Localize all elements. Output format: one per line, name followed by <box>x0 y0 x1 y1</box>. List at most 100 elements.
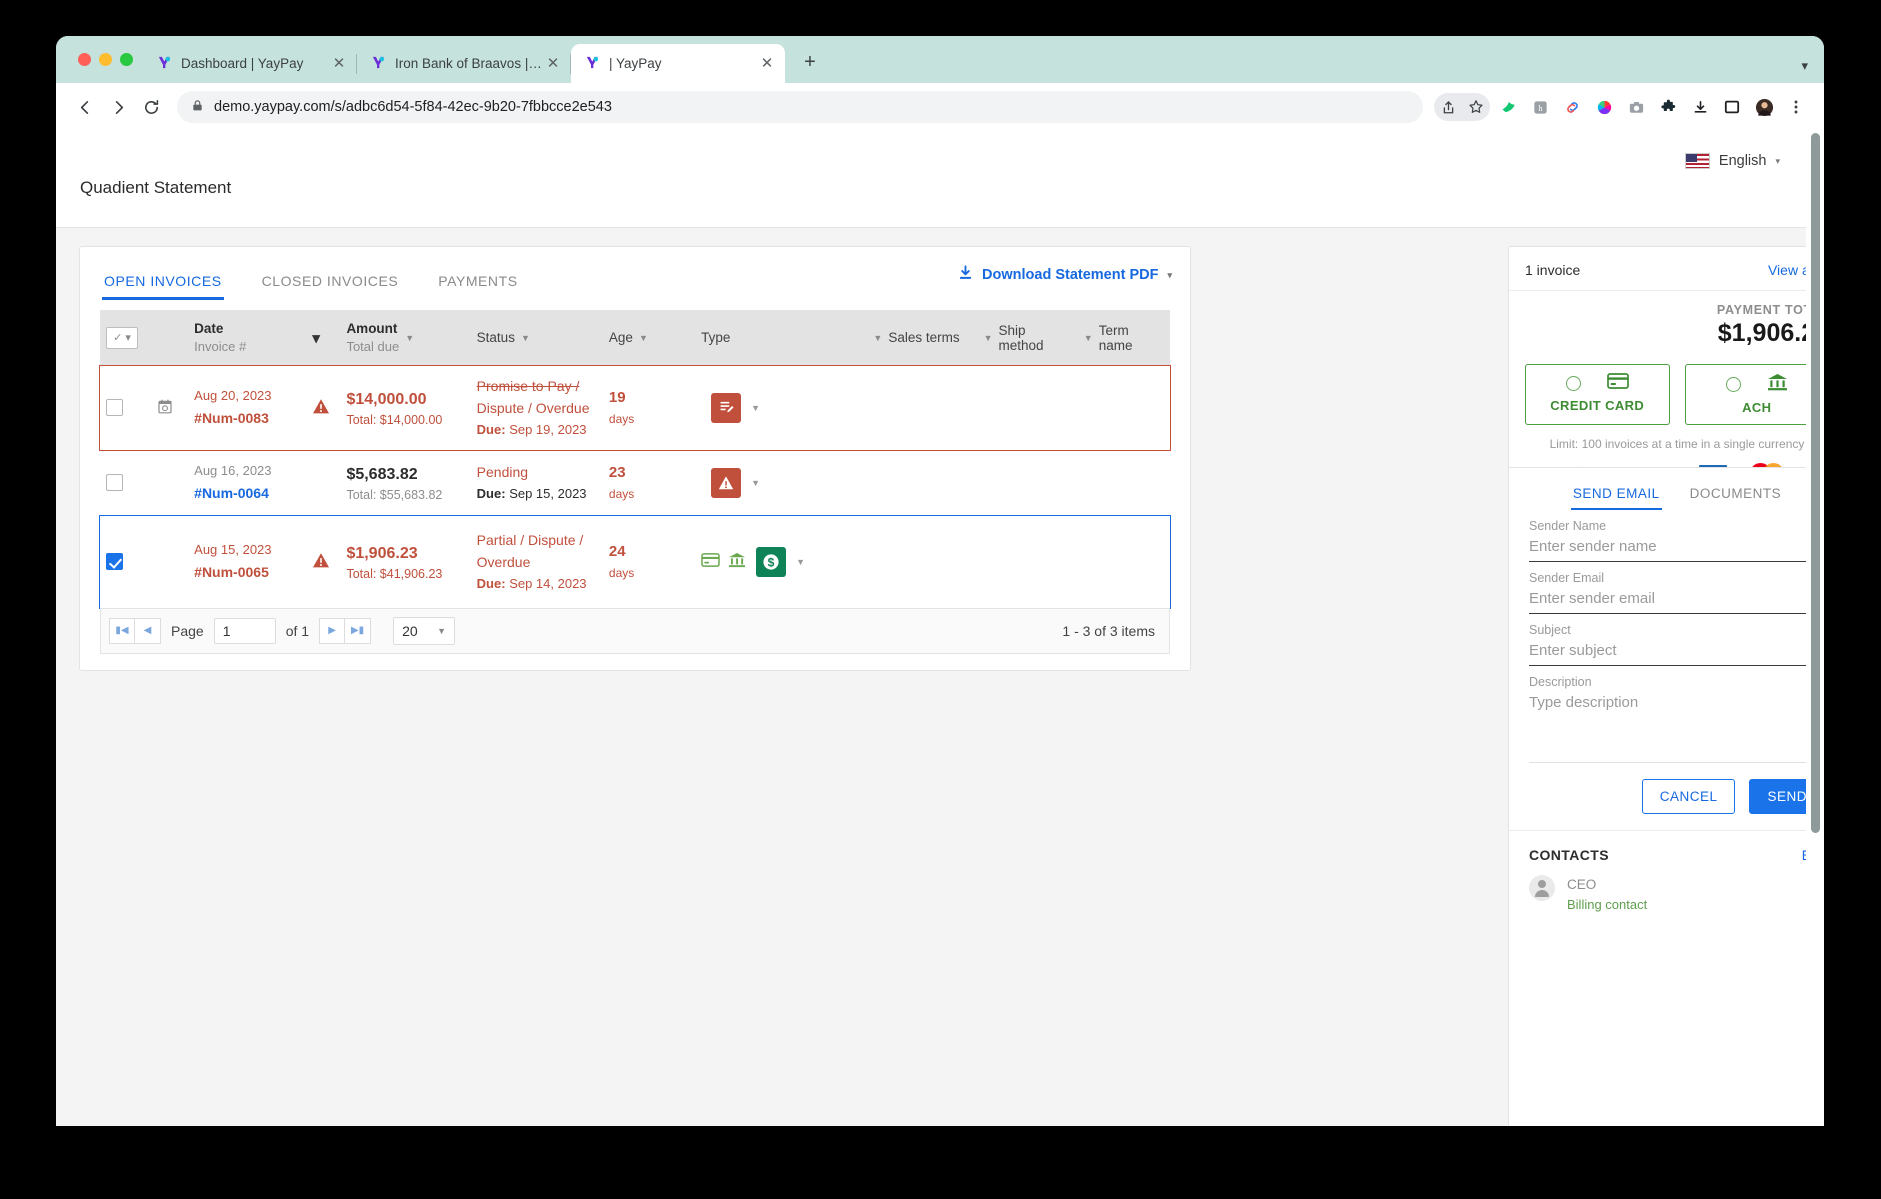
back-arrow-icon[interactable] <box>70 92 100 122</box>
description-field: Description Type description <box>1509 666 1824 763</box>
list-item[interactable]: CEO Billing contact <box>1509 867 1824 916</box>
page-size-select[interactable]: 20 ▼ <box>393 617 455 645</box>
share-icon[interactable] <box>1434 93 1462 121</box>
tab-open-invoices[interactable]: OPEN INVOICES <box>102 265 224 300</box>
sender-email-input[interactable]: Enter sender email <box>1529 585 1824 614</box>
bookmark-star-icon[interactable] <box>1462 93 1490 121</box>
close-tab-icon[interactable]: ✕ <box>758 55 776 73</box>
credit-card-radio[interactable] <box>1566 376 1581 391</box>
extension-green-icon[interactable] <box>1494 93 1522 121</box>
row-checkbox[interactable] <box>106 474 123 491</box>
filter-icon[interactable]: ▼ <box>984 333 993 343</box>
table-row[interactable]: Aug 20, 2023 #Num-0083 $14,000.00 <box>100 366 1170 450</box>
window-traffic-lights[interactable] <box>72 36 143 83</box>
page-scrollbar[interactable] <box>1806 131 1824 1126</box>
row-invoice-number[interactable]: #Num-0065 <box>194 561 300 585</box>
sender-name-input[interactable]: Enter sender name <box>1529 533 1824 562</box>
sidepanel-icon[interactable] <box>1718 93 1746 121</box>
last-page-button[interactable]: ▶▮ <box>345 618 371 644</box>
status-header[interactable]: Status ▼ <box>471 310 603 366</box>
date-header[interactable]: Date Invoice # <box>188 310 306 366</box>
row-status-cell: Promise to Pay / Dispute / Overdue Due: … <box>471 366 603 450</box>
close-window-button[interactable] <box>78 53 91 66</box>
new-tab-button[interactable]: + <box>795 48 825 78</box>
filter-icon[interactable]: ▼ <box>1084 333 1093 343</box>
forward-arrow-icon[interactable] <box>103 92 133 122</box>
download-statement-pdf-button[interactable]: Download Statement PDF ▾ <box>958 265 1172 285</box>
extension-link-icon[interactable] <box>1558 93 1586 121</box>
chevron-down-icon[interactable]: ▼ <box>751 403 760 413</box>
ship-method-header[interactable]: ▼ Ship method <box>978 310 1078 366</box>
ach-radio[interactable] <box>1726 377 1741 392</box>
subject-input[interactable]: Enter subject <box>1529 637 1824 666</box>
browser-tab-2[interactable]: Iron Bank of Braavos | YayPay ✕ <box>357 44 571 83</box>
amount-header[interactable]: Amount Total due ▼ <box>340 310 470 366</box>
term-name-header[interactable]: ▼ Term name <box>1078 310 1170 366</box>
puzzle-extensions-icon[interactable] <box>1654 93 1682 121</box>
filter-icon[interactable]: ▼ <box>873 333 882 343</box>
row-age-cell: 19 days <box>603 366 695 450</box>
warning-triangle-icon[interactable] <box>711 468 741 498</box>
payment-method-ach[interactable]: ACH <box>1685 364 1825 425</box>
date-sort-header[interactable]: ▾ <box>306 310 340 366</box>
reload-icon[interactable] <box>136 92 166 122</box>
download-icon[interactable] <box>1686 93 1714 121</box>
type-header[interactable]: Type <box>695 310 867 366</box>
note-edit-icon[interactable] <box>711 393 741 423</box>
close-tab-icon[interactable]: ✕ <box>330 55 348 73</box>
language-selector[interactable]: English ▾ <box>1685 153 1780 169</box>
tab-payments[interactable]: PAYMENTS <box>436 265 519 300</box>
first-page-button[interactable]: ▮◀ <box>109 618 135 644</box>
browser-window: Dashboard | YayPay ✕ Iron Bank of Braavo… <box>56 36 1824 1126</box>
browser-tab-3-active[interactable]: | YayPay ✕ <box>571 44 785 83</box>
sales-terms-header[interactable]: ▼ Sales terms <box>867 310 977 366</box>
warning-triangle-icon <box>312 403 330 418</box>
browser-tab-1[interactable]: Dashboard | YayPay ✕ <box>143 44 357 83</box>
tab-send-email[interactable]: SEND EMAIL <box>1571 482 1662 510</box>
address-bar[interactable]: demo.yaypay.com/s/adbc6d54-5f84-42ec-9b2… <box>177 91 1423 123</box>
close-tab-icon[interactable]: ✕ <box>544 55 562 73</box>
row-checkbox-cell[interactable] <box>100 366 152 450</box>
row-checkbox[interactable] <box>106 553 123 570</box>
filter-icon[interactable]: ▼ <box>405 333 414 343</box>
chevron-down-icon[interactable]: ▼ <box>751 478 760 488</box>
prev-page-button[interactable]: ◀ <box>135 618 161 644</box>
dollar-circle-icon[interactable]: $ <box>756 547 786 577</box>
tab-list-chevron-icon[interactable]: ▾ <box>1801 58 1808 74</box>
minimize-window-button[interactable] <box>99 53 112 66</box>
svg-text:$: $ <box>768 555 775 569</box>
row-total: Total: $14,000.00 <box>346 413 464 427</box>
row-type-cell: $ ▼ <box>695 516 867 608</box>
row-invoice-number[interactable]: #Num-0083 <box>194 407 300 431</box>
table-row[interactable]: Aug 15, 2023 #Num-0065 $1,906.23 <box>100 516 1170 608</box>
filter-icon[interactable]: ▼ <box>639 333 648 343</box>
payment-method-credit-card[interactable]: CREDIT CARD <box>1525 364 1670 425</box>
table-row[interactable]: Aug 16, 2023 #Num-0064 $5,683.82 Total: … <box>100 450 1170 516</box>
calendar-col-header <box>152 310 188 366</box>
select-all-header[interactable]: ✓ ▾ <box>100 310 152 366</box>
age-header[interactable]: Age ▼ <box>603 310 695 366</box>
chrome-menu-icon[interactable] <box>1782 93 1810 121</box>
page-number-input[interactable]: 1 <box>214 618 276 644</box>
extension-grey-icon[interactable]: h <box>1526 93 1554 121</box>
color-wheel-icon[interactable] <box>1590 93 1618 121</box>
maximize-window-button[interactable] <box>120 53 133 66</box>
tab-closed-invoices[interactable]: CLOSED INVOICES <box>260 265 401 300</box>
chevron-down-icon[interactable]: ▾ <box>312 330 320 347</box>
row-checkbox-cell[interactable] <box>100 516 152 608</box>
chevron-down-icon[interactable]: ▼ <box>796 557 805 567</box>
select-all-dropdown[interactable]: ✓ ▾ <box>106 327 138 349</box>
row-checkbox[interactable] <box>106 399 123 416</box>
filter-icon[interactable]: ▼ <box>521 333 530 343</box>
tab-documents[interactable]: DOCUMENTS <box>1688 482 1784 510</box>
description-input[interactable]: Type description <box>1529 689 1824 763</box>
camera-icon[interactable] <box>1622 93 1650 121</box>
scrollbar-thumb[interactable] <box>1811 133 1820 833</box>
profile-avatar-icon[interactable] <box>1750 93 1778 121</box>
browser-tab-strip: Dashboard | YayPay ✕ Iron Bank of Braavo… <box>56 36 1824 83</box>
row-checkbox-cell[interactable] <box>100 450 152 516</box>
row-alert-cell <box>306 366 340 450</box>
next-page-button[interactable]: ▶ <box>319 618 345 644</box>
email-cancel-button[interactable]: CANCEL <box>1642 779 1736 814</box>
row-invoice-number[interactable]: #Num-0064 <box>194 482 300 506</box>
